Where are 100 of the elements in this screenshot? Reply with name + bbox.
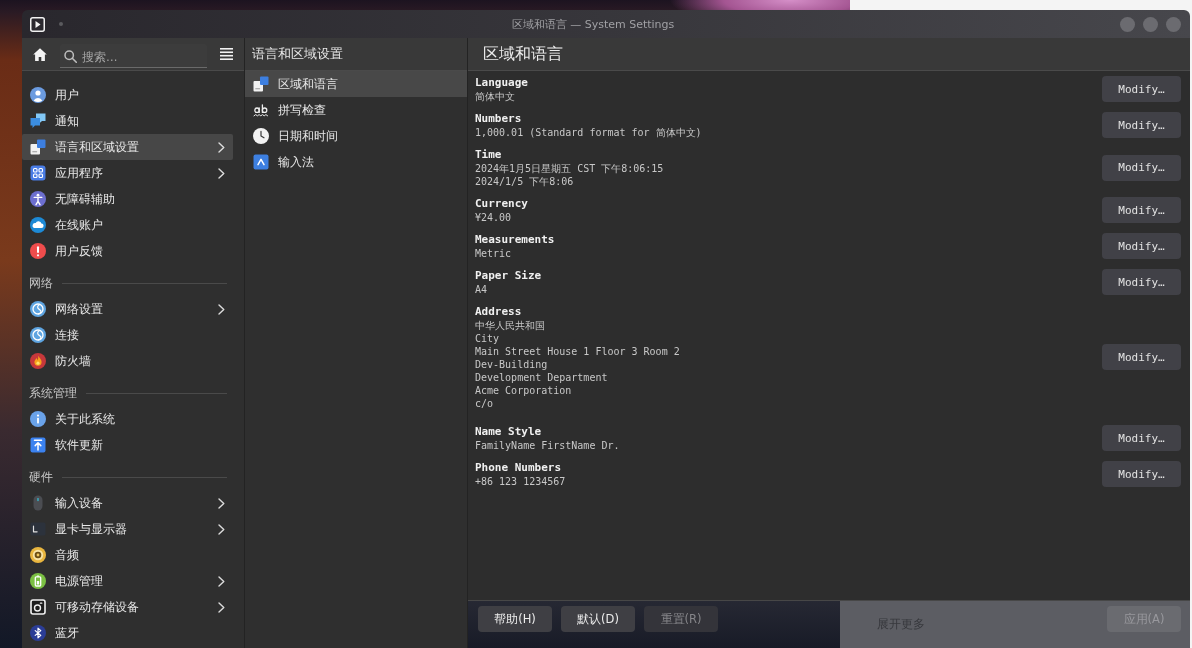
setting-value: Dev-Building	[475, 358, 549, 371]
modify-button[interactable]: Modify…	[1102, 344, 1181, 370]
category-label: 系统管理	[29, 385, 77, 401]
sidebar-item[interactable]: 蓝牙	[22, 620, 233, 646]
modify-button[interactable]: Modify…	[1102, 269, 1181, 295]
accessibility-icon	[30, 191, 46, 207]
chevron-right-icon	[218, 303, 225, 315]
sidebar-item[interactable]: 音频	[22, 542, 233, 568]
cloud-icon	[30, 217, 46, 233]
clock-icon	[253, 128, 269, 144]
sidebar-item[interactable]: 通知	[22, 108, 233, 134]
battery-icon	[30, 573, 46, 589]
speaker-icon	[30, 547, 46, 563]
modify-button[interactable]: Modify…	[1102, 112, 1181, 138]
dot-icon[interactable]	[59, 22, 63, 26]
home-icon	[33, 47, 47, 61]
close-button[interactable]	[1166, 16, 1181, 32]
chevron-right-icon	[218, 575, 225, 587]
subpage-item[interactable]: 拼写检查	[245, 97, 467, 123]
setting-value: 1,000.01 (Standard format for 简体中文)	[475, 126, 702, 139]
arrow-tile-icon	[30, 437, 46, 453]
setting-label: Language	[475, 75, 528, 90]
sidebar-item[interactable]: 应用程序	[22, 160, 233, 186]
sidebar-item[interactable]: 输入设备	[22, 490, 233, 516]
modify-button[interactable]: Modify…	[1102, 233, 1181, 259]
subpage-item[interactable]: 区域和语言	[245, 71, 467, 97]
spellcheck-icon	[253, 102, 269, 118]
setting-value: Metric	[475, 247, 513, 260]
sidebar-item[interactable]: 用户	[22, 82, 233, 108]
help-button[interactable]: 帮助(H)	[478, 606, 552, 632]
sidebar-item[interactable]: 显卡与显示器	[22, 516, 233, 542]
app-grid-icon	[30, 165, 46, 181]
sidebar-item[interactable]: 无障碍辅助	[22, 186, 233, 212]
setting-value: 中华人民共和国	[475, 319, 546, 332]
modify-button[interactable]: Modify…	[1102, 461, 1181, 487]
subpage-item[interactable]: 日期和时间	[245, 123, 467, 149]
setting-value: Acme Corporation	[475, 384, 573, 397]
exclamation-icon	[30, 243, 46, 259]
setting-value: +86 123 1234567	[475, 475, 566, 488]
setting-value: A4	[475, 283, 489, 296]
minimize-button[interactable]	[1120, 16, 1135, 32]
modify-button[interactable]: Modify…	[1102, 76, 1181, 102]
menu-button[interactable]	[220, 48, 233, 60]
globe-icon	[30, 301, 46, 317]
setting-value: ¥24.00	[475, 211, 513, 224]
setting-value: FamilyName FirstName Dr.	[475, 439, 620, 452]
page-title: 区域和语言	[482, 43, 563, 65]
setting-label: Address	[475, 304, 523, 319]
chevron-right-icon	[218, 497, 225, 509]
sidebar-item[interactable]: 防火墙	[22, 348, 233, 374]
home-button[interactable]	[33, 47, 47, 61]
chevron-right-icon	[218, 141, 225, 153]
category-label: 网络	[29, 275, 53, 291]
globe-icon	[30, 327, 46, 343]
chevron-right-icon	[218, 523, 225, 535]
sidebar-item[interactable]: 语言和区域设置	[22, 134, 233, 160]
window-title: 区域和语言 — System Settings	[511, 16, 675, 32]
setting-label: Measurements	[475, 232, 555, 247]
menu-icon	[220, 48, 233, 60]
setting-label: Phone Numbers	[475, 460, 563, 475]
document-tile-icon	[253, 76, 269, 92]
sidebar-item[interactable]: 连接	[22, 322, 233, 348]
subpage-item[interactable]: 输入法	[245, 149, 467, 175]
sidebar-item[interactable]: 软件更新	[22, 432, 233, 458]
category-label: 硬件	[29, 469, 53, 485]
setting-label: Currency	[475, 196, 528, 211]
chevron-right-icon	[218, 167, 225, 179]
play-square-icon[interactable]	[30, 16, 45, 32]
drive-icon	[30, 599, 46, 615]
setting-label: Paper Size	[475, 268, 542, 283]
sidebar-item[interactable]: 电源管理	[22, 568, 233, 594]
setting-value: c/o	[475, 397, 495, 410]
setting-label: Name Style	[475, 424, 543, 439]
defaults-button[interactable]: 默认(D)	[561, 606, 635, 632]
section-title: 语言和区域设置	[251, 45, 343, 63]
modify-button[interactable]: Modify…	[1102, 425, 1181, 451]
maximize-button[interactable]	[1143, 16, 1158, 32]
setting-label: Time	[475, 147, 503, 162]
setting-label: Numbers	[475, 111, 523, 126]
sidebar-item[interactable]: 网络设置	[22, 296, 233, 322]
modify-button[interactable]: Modify…	[1102, 197, 1181, 223]
sidebar-item[interactable]: 用户反馈	[22, 238, 233, 264]
sidebar-item[interactable]: 可移动存储设备	[22, 594, 233, 620]
monitor-icon	[30, 521, 46, 537]
bluetooth-icon	[30, 625, 46, 641]
modify-button[interactable]: Modify…	[1102, 154, 1181, 181]
search-icon	[64, 50, 77, 63]
sidebar-item[interactable]: 在线账户	[22, 212, 233, 238]
chat-bubbles-icon	[30, 113, 46, 129]
setting-value: Development Department	[475, 371, 609, 384]
setting-value: 2024年1月5日星期五 CST 下午8:06:15	[475, 162, 664, 175]
setting-value: City	[475, 332, 501, 345]
info-icon	[30, 411, 46, 427]
document-tile-icon	[30, 139, 46, 155]
setting-value: Main Street House 1 Floor 3 Room 2	[475, 345, 680, 358]
caret-tile-icon	[253, 154, 269, 170]
search-input[interactable]: 搜索…	[82, 47, 207, 66]
sidebar-item[interactable]: 关于此系统	[22, 406, 233, 432]
flame-icon	[30, 353, 46, 369]
setting-value: 2024/1/5 下午8:06	[475, 175, 575, 188]
